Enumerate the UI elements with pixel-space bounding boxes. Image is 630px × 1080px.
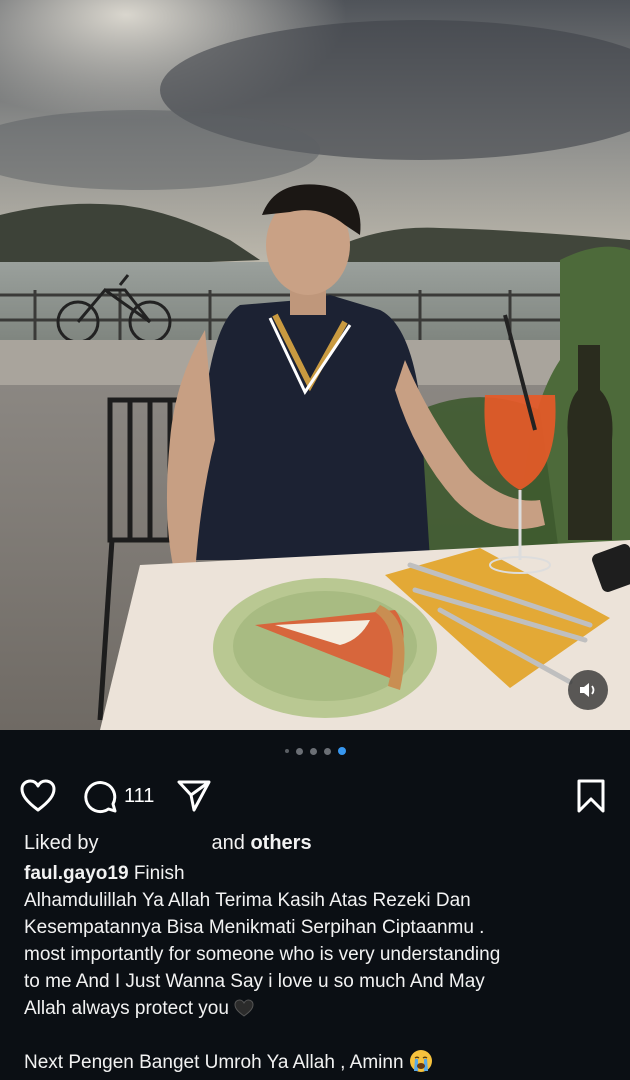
caption-line: Kesempatannya Bisa Menikmati Serpihan Ci… [24, 917, 485, 938]
carousel-dot [284, 749, 289, 753]
paper-plane-icon [177, 780, 211, 812]
caption-last-line: Next Pengen Banget Umroh Ya Allah , Amin… [24, 1049, 614, 1076]
black-heart-emoji-icon [234, 999, 254, 1017]
photo-illustration [0, 0, 630, 730]
likes-and-text: and [211, 832, 245, 854]
save-button[interactable] [576, 776, 606, 816]
comment-bubble-icon [84, 781, 117, 814]
carousel-dot [309, 747, 317, 755]
caption-line: Alhamdulillah Ya Allah Terima Kasih Atas… [24, 890, 471, 911]
crying-face-emoji-icon [409, 1050, 432, 1072]
caption-last-text: Next Pengen Banget Umroh Ya Allah , Amin… [24, 1052, 404, 1073]
post-action-bar: 111 [20, 776, 610, 816]
caption-line-with-emoji: Allah always protect you [24, 995, 614, 1022]
like-button[interactable] [20, 776, 56, 816]
caption-line: most importantly for someone who is very… [24, 944, 501, 965]
comment-button[interactable]: 111 [82, 776, 154, 816]
liked-by-prefix: Liked by [24, 832, 99, 854]
carousel-indicator [0, 747, 630, 755]
share-button[interactable] [176, 776, 212, 816]
post-text: Liked by and others faul.gayo19 Finish Al… [24, 830, 614, 1076]
caption-line: Allah always protect you [24, 998, 229, 1019]
likes-others-link[interactable]: others [250, 832, 311, 854]
comment-count: 111 [124, 784, 155, 807]
caption-username[interactable]: faul.gayo19 [24, 863, 129, 884]
caption-first-line: faul.gayo19 Finish [24, 860, 614, 887]
audio-toggle-button[interactable] [568, 670, 608, 710]
caption-first-text: Finish [133, 863, 185, 884]
caption-line: to me And I Just Wanna Say i love u so m… [24, 971, 485, 992]
carousel-dot [295, 747, 303, 755]
carousel-dot [323, 747, 331, 755]
heart-outline-icon [20, 779, 56, 812]
post-photo[interactable] [0, 0, 630, 730]
carousel-dot-active [337, 747, 346, 755]
likes-summary: Liked by and others [24, 830, 614, 860]
instagram-post: 111 Liked by and others faul.gayo19 Finis… [0, 0, 630, 1080]
speaker-icon [580, 683, 595, 697]
bookmark-icon [577, 779, 605, 813]
